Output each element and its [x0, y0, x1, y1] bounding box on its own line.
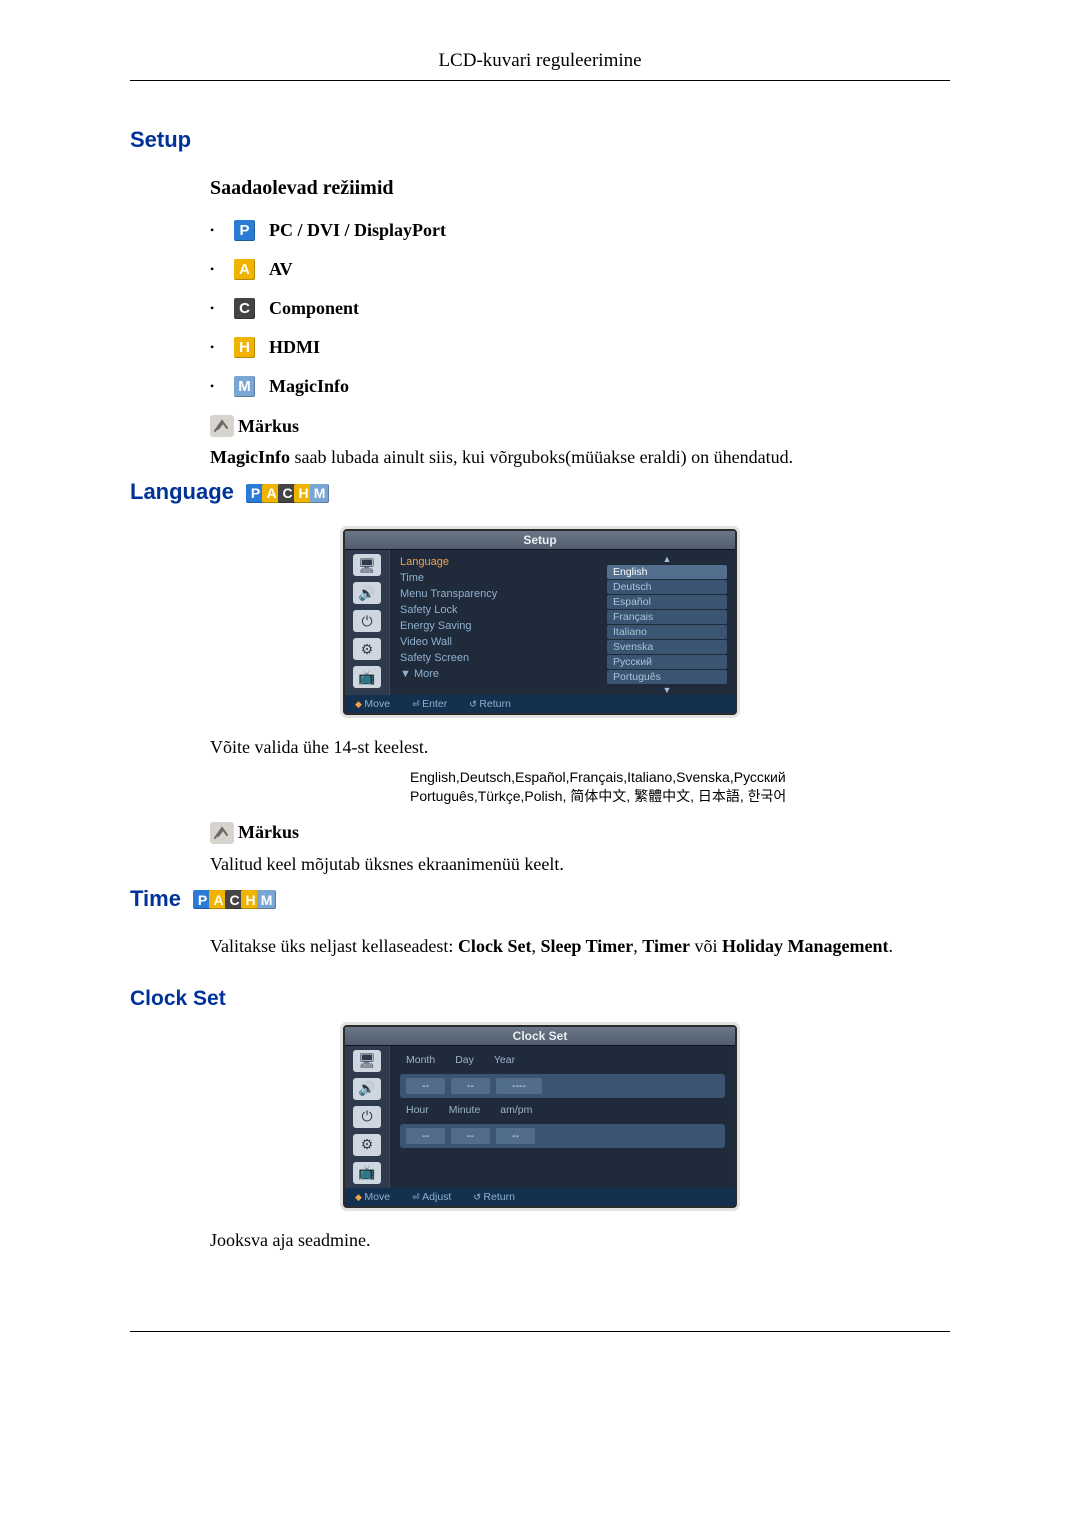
heading-clockset: Clock Set — [130, 987, 950, 1011]
arrow-up-icon: ▲ — [607, 554, 727, 564]
heading-language: Language PACHM — [130, 478, 950, 505]
mode-component: C Component — [210, 298, 950, 319]
note-setup-text: MagicInfo saab lubada ainult siis, kui v… — [210, 447, 950, 468]
osd-side-icons: 🖥 🔊 ⏻ ⚙ 📺 — [345, 550, 390, 695]
badge-m-icon: M — [310, 484, 329, 503]
note-label: Märkus — [238, 822, 299, 843]
note-icon — [210, 415, 234, 437]
heading-setup: Setup — [130, 127, 950, 153]
osd-clock-panel: Month Day Year -- -- ---- Hour Minute am… — [390, 1046, 735, 1188]
osd-clockset: Clock Set 🖥 🔊 ⏻ ⚙ 📺 Month Day Year -- --… — [343, 1025, 737, 1208]
osd-foot-return: Return — [473, 1191, 515, 1203]
side-icon: 🖥 — [353, 554, 381, 576]
clock-field-month: -- — [406, 1078, 445, 1094]
osd-item: Language — [400, 554, 599, 570]
clock-field-hour: -- — [406, 1128, 445, 1144]
osd-value: Português — [607, 670, 727, 684]
side-icon: 🔊 — [353, 1078, 381, 1100]
mode-av: A AV — [210, 259, 950, 280]
osd-value: Русский — [607, 655, 727, 669]
badge-h-icon: H — [234, 337, 255, 358]
clockset-body: Jooksva aja seadmine. — [210, 1230, 950, 1251]
heading-time: Time PACHM — [130, 885, 950, 912]
time-body: Valitakse üks neljast kellaseadest: Cloc… — [210, 936, 950, 957]
badge-a-icon: A — [234, 259, 255, 280]
side-icon: ⚙ — [353, 638, 381, 660]
language-body: Võite valida ühe 14-st keelest. — [210, 737, 950, 758]
osd-values: ▲ English Deutsch Español Français Itali… — [607, 550, 735, 695]
mode-hdmi-label: HDMI — [269, 337, 320, 358]
mode-pc-label: PC / DVI / DisplayPort — [269, 220, 446, 241]
osd-item: Energy Saving — [400, 618, 599, 634]
mode-magicinfo: M MagicInfo — [210, 376, 950, 397]
clock-field-minute: -- — [451, 1128, 490, 1144]
mode-component-label: Component — [269, 298, 359, 319]
osd-value: Deutsch — [607, 580, 727, 594]
language-list: English,Deutsch,Español,Français,Italian… — [410, 768, 950, 806]
clock-field-ampm: -- — [496, 1128, 535, 1144]
running-head: LCD-kuvari reguleerimine — [130, 50, 950, 81]
osd-foot-adjust: Adjust — [412, 1191, 451, 1203]
osd-side-icons: 🖥 🔊 ⏻ ⚙ 📺 — [345, 1046, 390, 1188]
heading-modes: Saadaolevad režiimid — [210, 177, 950, 200]
osd-value: Español — [607, 595, 727, 609]
mode-av-label: AV — [269, 259, 293, 280]
side-icon: 📺 — [353, 666, 381, 688]
side-icon: 🔊 — [353, 582, 381, 604]
mode-hdmi: H HDMI — [210, 337, 950, 358]
footer-rule — [130, 1331, 950, 1332]
clock-field-day: -- — [451, 1078, 490, 1094]
osd-foot-return: Return — [469, 698, 511, 710]
osd-item: Safety Lock — [400, 602, 599, 618]
language-note-text: Valitud keel mõjutab üksnes ekraanimenüü… — [210, 854, 950, 875]
note-language: Märkus — [210, 822, 950, 844]
side-icon: 📺 — [353, 1162, 381, 1184]
badges-language: PACHM — [246, 478, 326, 503]
badge-m-icon: M — [257, 890, 276, 909]
osd-foot-enter: Enter — [412, 698, 447, 710]
osd-footer: Move Enter Return — [345, 695, 735, 713]
osd-item: Time — [400, 570, 599, 586]
osd-title: Setup — [345, 531, 735, 550]
modes-list: P PC / DVI / DisplayPort A AV C Componen… — [210, 220, 950, 397]
osd-item: ▼ More — [400, 666, 599, 682]
note-setup: Märkus — [210, 415, 950, 437]
mode-pc: P PC / DVI / DisplayPort — [210, 220, 950, 241]
osd-item: Menu Transparency — [400, 586, 599, 602]
osd-value: Français — [607, 610, 727, 624]
osd-foot-move: Move — [355, 1191, 390, 1203]
badge-p-icon: P — [234, 220, 255, 241]
osd-item: Safety Screen — [400, 650, 599, 666]
osd-value: Italiano — [607, 625, 727, 639]
osd-value: Svenska — [607, 640, 727, 654]
osd-language: Setup 🖥 🔊 ⏻ ⚙ 📺 Language Time Menu Trans… — [343, 529, 737, 715]
badge-c-icon: C — [234, 298, 255, 319]
side-icon: 🖥 — [353, 1050, 381, 1072]
osd-title: Clock Set — [345, 1027, 735, 1046]
note-label: Märkus — [238, 416, 299, 437]
osd-foot-move: Move — [355, 698, 390, 710]
side-icon: ⏻ — [353, 1106, 381, 1128]
osd-value: English — [607, 565, 727, 579]
osd-footer: Move Adjust Return — [345, 1188, 735, 1206]
osd-item: Video Wall — [400, 634, 599, 650]
osd-menu: Language Time Menu Transparency Safety L… — [390, 550, 607, 695]
note-icon — [210, 822, 234, 844]
badges-time: PACHM — [193, 885, 273, 910]
side-icon: ⚙ — [353, 1134, 381, 1156]
arrow-down-icon: ▼ — [607, 685, 727, 695]
badge-m-icon: M — [234, 376, 255, 397]
mode-magicinfo-label: MagicInfo — [269, 376, 349, 397]
clock-field-year: ---- — [496, 1078, 542, 1094]
side-icon: ⏻ — [353, 610, 381, 632]
